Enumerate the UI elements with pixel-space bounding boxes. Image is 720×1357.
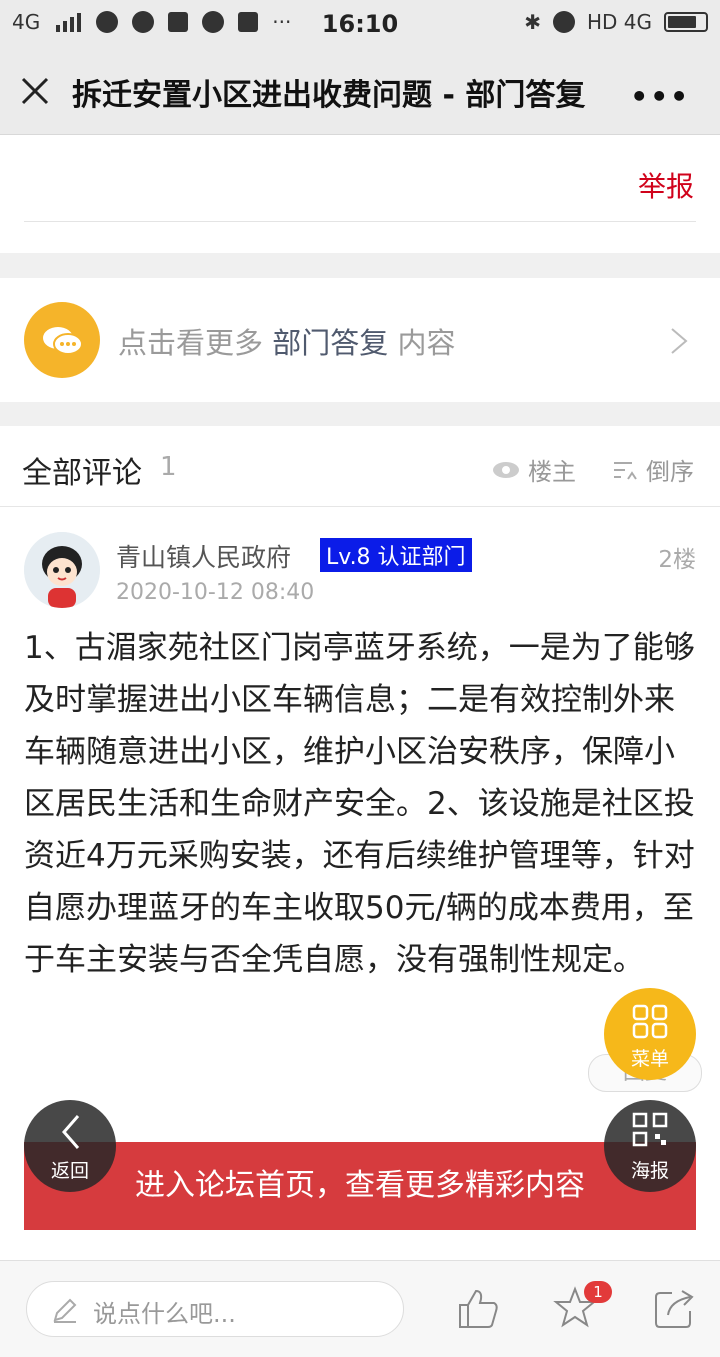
avatar[interactable] [24, 532, 100, 608]
bluetooth-icon: ✱ [524, 10, 541, 34]
comment-input[interactable]: 说点什么吧... [26, 1281, 404, 1337]
eye-icon [493, 461, 519, 478]
status-bar: 4G ··· 16:10 ✱ HD 4G [0, 0, 720, 50]
comment-body: 1、古湄家苑社区门岗亭蓝牙系统，一是为了能够及时掌握进出小区车辆信息；二是有效控… [24, 630, 695, 978]
comment-author[interactable]: 青山镇人民政府 [116, 538, 291, 574]
thumbs-up-icon[interactable] [456, 1285, 502, 1331]
favorite-count-badge: 1 [584, 1281, 612, 1303]
back-fab[interactable]: 返回 [24, 1100, 116, 1192]
see-more-suffix: 内容 [397, 326, 456, 360]
see-more-text: 点击看更多 部门答复 内容 [118, 320, 455, 362]
comments-title: 全部评论 [22, 456, 142, 491]
close-icon[interactable] [18, 74, 52, 108]
alarm-icon [552, 11, 575, 33]
level-badge: Lv.8 认证部门 [320, 538, 472, 572]
nav-bar: 拆迁安置小区进出收费问题 - 部门答复 ••• [0, 50, 720, 135]
see-more-prefix: 点击看更多 [118, 326, 264, 360]
menu-fab[interactable]: 菜单 [604, 988, 696, 1080]
see-more-section[interactable]: 点击看更多 部门答复 内容 [0, 278, 720, 402]
battery-icon [664, 12, 708, 32]
see-more-highlight: 部门答复 [272, 326, 389, 360]
report-section: 举报 [0, 135, 720, 253]
more-menu-button[interactable]: ••• [630, 80, 690, 113]
floor-number: 2楼 [658, 547, 696, 573]
comments-count: 1 [160, 452, 177, 482]
divider [24, 221, 696, 222]
forum-home-button[interactable]: 进入论坛首页，查看更多精彩内容 [24, 1142, 696, 1230]
menu-fab-label: 菜单 [630, 1048, 669, 1070]
poster-fab-label: 海报 [630, 1160, 669, 1182]
owner-only-toggle[interactable]: 楼主 [492, 452, 576, 487]
chat-bubble-icon [24, 302, 100, 378]
owner-only-label: 楼主 [528, 458, 576, 486]
divider [0, 506, 720, 507]
sort-icon [614, 461, 637, 480]
back-fab-label: 返回 [50, 1160, 89, 1182]
sort-toggle[interactable]: 倒序 [612, 452, 694, 487]
pencil-icon [53, 1298, 77, 1323]
comment-time: 2020-10-12 08:40 [116, 580, 315, 605]
poster-fab[interactable]: 海报 [604, 1100, 696, 1192]
status-right: ✱ HD 4G [524, 10, 708, 34]
bottom-bar: 说点什么吧... 1 [0, 1260, 720, 1357]
share-icon[interactable] [652, 1285, 698, 1331]
network-right-label: HD 4G [586, 10, 652, 34]
report-button[interactable]: 举报 [638, 165, 694, 205]
page-title: 拆迁安置小区进出收费问题 - 部门答复 [72, 78, 586, 113]
sort-label: 倒序 [646, 458, 694, 486]
chevron-right-icon [671, 328, 688, 354]
comment-placeholder: 说点什么吧... [93, 1300, 236, 1328]
